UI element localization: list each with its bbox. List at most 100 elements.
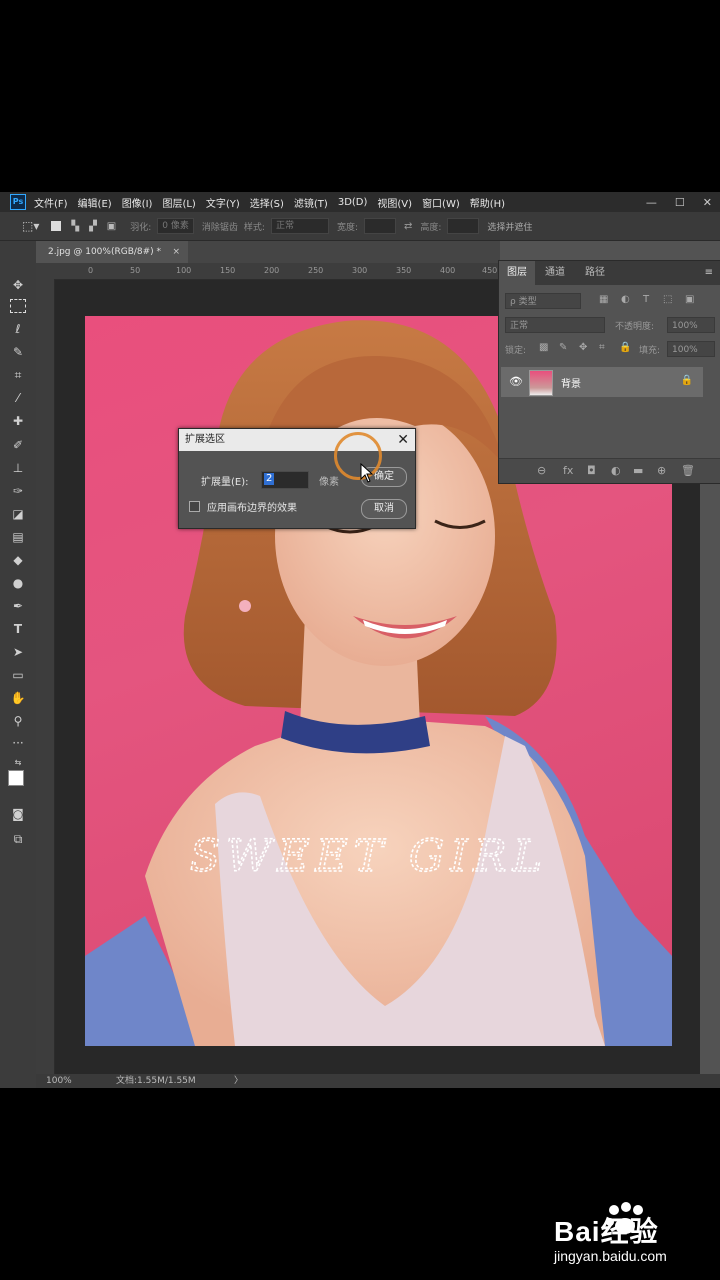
- layer-style-fx-icon[interactable]: fx: [563, 464, 573, 477]
- layer-row-background[interactable]: 👁 背景 🔒: [501, 367, 703, 397]
- filter-smart-icon[interactable]: ▣: [685, 294, 694, 305]
- swap-colors-icon[interactable]: ⇆: [10, 755, 26, 771]
- link-layers-icon[interactable]: ⊖: [537, 464, 546, 477]
- apply-canvas-bounds-checkbox[interactable]: [189, 501, 200, 512]
- tab-layers[interactable]: 图层: [499, 261, 535, 285]
- screen-mode-icon[interactable]: ⧉: [10, 831, 26, 847]
- more-tools-icon[interactable]: ···: [10, 735, 26, 751]
- style-select[interactable]: 正常: [270, 218, 329, 234]
- filter-shape-icon[interactable]: ⬚: [663, 294, 672, 305]
- quick-select-icon[interactable]: ✎: [10, 344, 26, 360]
- blur-icon[interactable]: ◆: [10, 552, 26, 568]
- visibility-eye-icon[interactable]: 👁: [509, 375, 523, 388]
- menu-filter[interactable]: 滤镜(T): [294, 195, 328, 210]
- options-bar: ⬚▾ ▚ ▞ ▣ 羽化: 0 像素 消除锯齿 样式: 正常 宽度: ⇄ 高度: …: [0, 212, 720, 241]
- fill-input[interactable]: 100%: [667, 341, 715, 357]
- antialias-checkbox[interactable]: 消除锯齿: [202, 220, 238, 233]
- healing-brush-icon[interactable]: ✚: [10, 413, 26, 429]
- document-tab[interactable]: 2.jpg @ 100%(RGB/8#) * ×: [36, 241, 188, 263]
- path-select-icon[interactable]: ➤: [10, 644, 26, 660]
- layer-lock-icon: 🔒: [680, 375, 693, 386]
- intersect-selection-icon[interactable]: ▣: [107, 221, 116, 232]
- foreground-color-swatch[interactable]: [8, 770, 24, 786]
- menu-layer[interactable]: 图层(L): [162, 195, 195, 210]
- menu-select[interactable]: 选择(S): [250, 195, 284, 210]
- brush-icon[interactable]: ✐: [10, 437, 26, 453]
- expand-amount-input[interactable]: 2: [261, 471, 309, 489]
- new-selection-icon[interactable]: [51, 221, 62, 231]
- swap-icon[interactable]: ⇄: [404, 221, 412, 232]
- marquee-tool-preset-icon[interactable]: ⬚▾: [22, 219, 39, 233]
- panel-tabs: 图层 通道 路径 ≡: [499, 261, 720, 285]
- rectangle-shape-icon[interactable]: ▭: [10, 667, 26, 683]
- select-and-mask-button[interactable]: 选择并遮住: [487, 220, 532, 233]
- type-tool-icon[interactable]: T: [10, 621, 26, 637]
- layer-kind-filter[interactable]: ρ 类型: [505, 293, 581, 309]
- cancel-button[interactable]: 取消: [361, 499, 407, 519]
- blend-mode-select[interactable]: 正常: [505, 317, 605, 333]
- menu-image[interactable]: 图像(I): [122, 195, 153, 210]
- layer-name[interactable]: 背景: [561, 375, 581, 390]
- sweet-girl-text-selection: SWEET GIRL: [190, 831, 548, 882]
- vertical-ruler[interactable]: [36, 279, 55, 1074]
- quick-mask-icon[interactable]: ◙: [10, 806, 26, 822]
- move-tool-icon[interactable]: ✥: [10, 277, 26, 293]
- lock-all-icon[interactable]: 🔒: [619, 342, 631, 353]
- menu-file[interactable]: 文件(F): [34, 195, 68, 210]
- menu-window[interactable]: 窗口(W): [422, 195, 460, 210]
- lock-transparent-icon[interactable]: ▩: [539, 342, 548, 353]
- zoom-level[interactable]: 100%: [46, 1074, 72, 1088]
- minimize-icon[interactable]: —: [646, 196, 657, 209]
- height-input[interactable]: [447, 218, 480, 234]
- dialog-close-icon[interactable]: ✕: [397, 429, 409, 451]
- eraser-icon[interactable]: ◪: [10, 506, 26, 522]
- close-window-icon[interactable]: ✕: [703, 196, 712, 209]
- menu-view[interactable]: 视图(V): [377, 195, 412, 210]
- history-brush-icon[interactable]: ✑: [10, 483, 26, 499]
- width-input[interactable]: [363, 218, 396, 234]
- unit-label: 像素: [319, 477, 339, 488]
- ruler-tick: 150: [220, 266, 236, 275]
- lock-position-icon[interactable]: ✥: [579, 342, 587, 353]
- blend-row: 正常 不透明度: 100%: [503, 315, 717, 335]
- pen-icon[interactable]: ✒: [10, 598, 26, 614]
- delete-layer-icon[interactable]: 🗑: [681, 464, 695, 477]
- dodge-icon[interactable]: ●: [10, 575, 26, 591]
- tab-channels[interactable]: 通道: [537, 261, 573, 285]
- horizontal-ruler[interactable]: 0 50 100 150 200 250 300 350 400 450: [54, 263, 500, 280]
- lasso-icon[interactable]: ℓ: [10, 321, 26, 337]
- add-mask-icon[interactable]: ◘: [587, 464, 596, 477]
- menu-edit[interactable]: 编辑(E): [78, 195, 112, 210]
- status-menu-arrow[interactable]: 〉: [234, 1074, 243, 1088]
- adjustment-layer-icon[interactable]: ◐: [611, 464, 621, 477]
- feather-input[interactable]: 0 像素: [157, 218, 194, 234]
- filter-adjustment-icon[interactable]: ◐: [621, 294, 630, 305]
- add-selection-icon[interactable]: ▚: [71, 221, 79, 232]
- filter-type-icon[interactable]: T: [643, 294, 649, 305]
- panel-menu-icon[interactable]: ≡: [705, 267, 713, 278]
- ruler-tick: 200: [264, 266, 280, 275]
- subtract-selection-icon[interactable]: ▞: [89, 221, 97, 232]
- tab-paths[interactable]: 路径: [577, 261, 613, 285]
- opacity-input[interactable]: 100%: [667, 317, 715, 333]
- rectangular-marquee-icon[interactable]: [10, 299, 26, 313]
- ruler-origin[interactable]: [36, 263, 54, 279]
- clone-stamp-icon[interactable]: ⊥: [10, 460, 26, 476]
- photoshop-logo: Ps: [10, 194, 26, 210]
- zoom-icon[interactable]: ⚲: [10, 713, 26, 729]
- eyedropper-icon[interactable]: ⁄: [10, 390, 26, 406]
- filter-pixel-icon[interactable]: ▦: [599, 294, 608, 305]
- maximize-icon[interactable]: ☐: [675, 196, 685, 209]
- new-group-icon[interactable]: ▬: [633, 464, 643, 477]
- close-tab-icon[interactable]: ×: [172, 241, 180, 263]
- lock-image-icon[interactable]: ✎: [559, 342, 567, 353]
- menu-type[interactable]: 文字(Y): [206, 195, 240, 210]
- baidu-brand: Bai经验: [554, 1216, 659, 1247]
- menu-3d[interactable]: 3D(D): [338, 197, 368, 208]
- menu-help[interactable]: 帮助(H): [470, 195, 505, 210]
- crop-icon[interactable]: ⌗: [10, 367, 26, 383]
- lock-artboard-icon[interactable]: ⌗: [599, 342, 605, 353]
- new-layer-icon[interactable]: ⊕: [657, 464, 666, 477]
- hand-icon[interactable]: ✋: [10, 690, 26, 706]
- gradient-icon[interactable]: ▤: [10, 529, 26, 545]
